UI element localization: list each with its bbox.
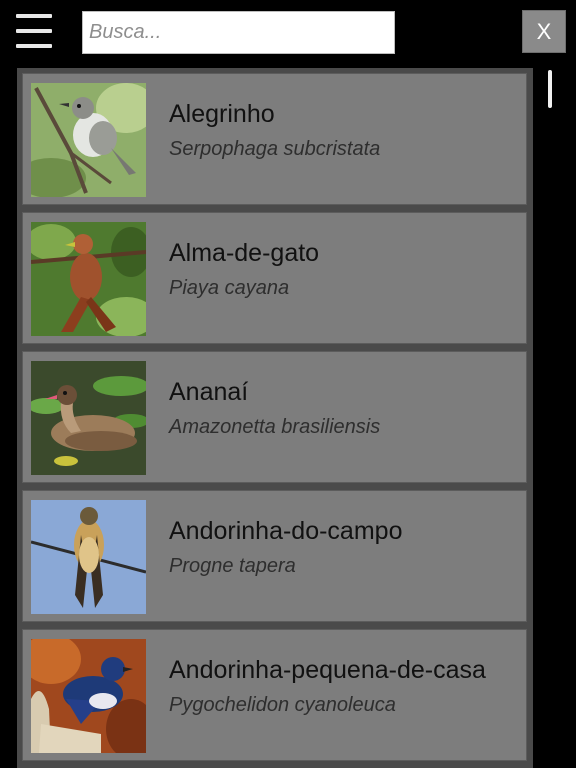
bird-common-name: Ananaí: [169, 378, 249, 406]
bird-photo: [31, 222, 146, 336]
bird-photo: [31, 361, 146, 475]
bird-scientific-name: Piaya cayana: [169, 277, 290, 299]
bird-common-name: Alma-de-gato: [169, 239, 320, 267]
list-item[interactable]: Ananaí Amazonetta brasiliensis: [22, 351, 527, 483]
hamburger-menu-icon[interactable]: [16, 14, 52, 48]
bird-scientific-name: Progne tapera: [169, 555, 296, 577]
top-bar: X: [0, 0, 576, 66]
bird-common-name: Alegrinho: [169, 100, 275, 128]
clear-search-button[interactable]: X: [522, 10, 566, 53]
bird-scientific-name: Serpophaga subcristata: [169, 138, 381, 160]
bird-scientific-name: Pygochelidon cyanoleuca: [169, 694, 396, 716]
bird-list[interactable]: Alegrinho Serpophaga subcristata Alma-de…: [17, 68, 533, 768]
list-item[interactable]: Andorinha-pequena-de-casa Pygochelidon c…: [22, 629, 527, 761]
bird-scientific-name: Amazonetta brasiliensis: [169, 416, 381, 438]
bird-photo: [31, 500, 146, 614]
bird-photo: [31, 83, 146, 197]
list-item[interactable]: Alegrinho Serpophaga subcristata: [22, 73, 527, 205]
list-item[interactable]: Alma-de-gato Piaya cayana: [22, 212, 527, 344]
bird-common-name: Andorinha-pequena-de-casa: [169, 656, 486, 684]
bird-photo: [31, 639, 146, 753]
search-input[interactable]: [82, 11, 395, 54]
list-item[interactable]: Andorinha-do-campo Progne tapera: [22, 490, 527, 622]
scrollbar-thumb[interactable]: [548, 70, 552, 108]
bird-common-name: Andorinha-do-campo: [169, 517, 403, 545]
